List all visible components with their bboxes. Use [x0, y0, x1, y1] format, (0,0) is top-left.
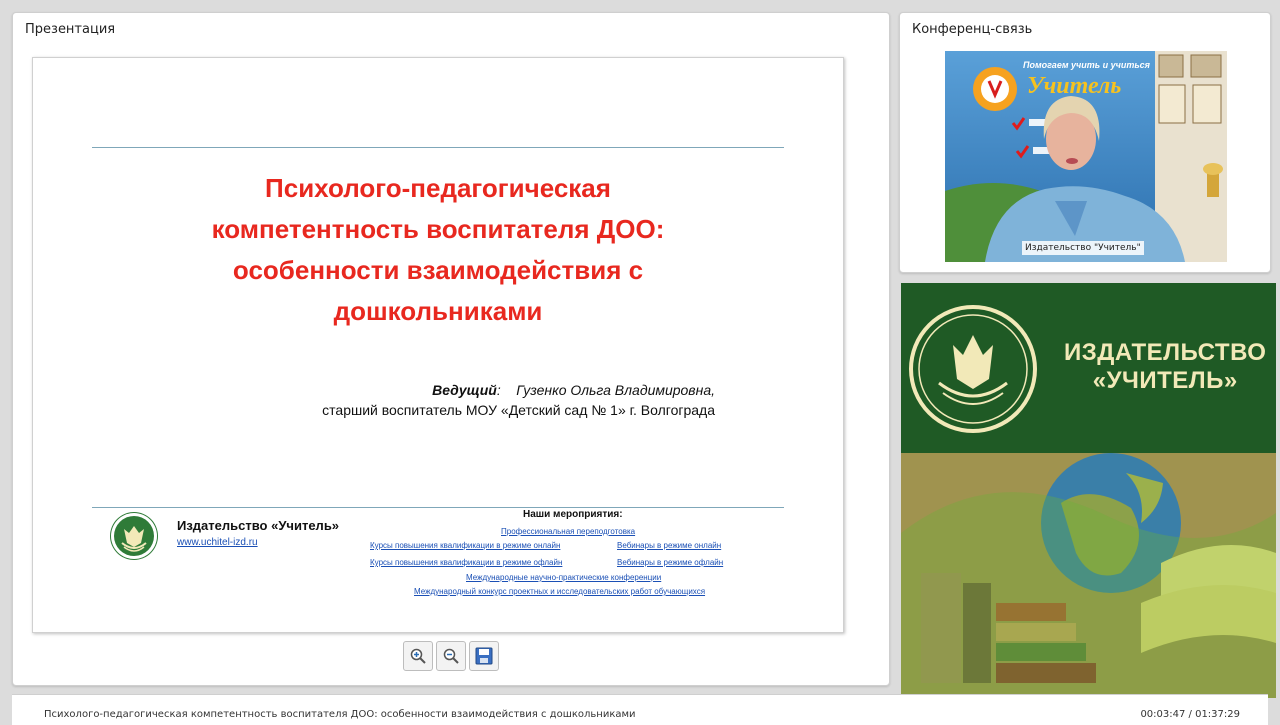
presenter-position: старший воспитатель МОУ «Детский сад № 1…: [322, 402, 715, 418]
video-feed[interactable]: Учитель Помогаем учить и учиться Издател…: [945, 51, 1227, 262]
slide-title-line: компетентность воспитателя ДОО:: [211, 214, 665, 244]
background-slogan-text: Помогаем учить и учиться: [1023, 60, 1151, 70]
save-button[interactable]: [469, 641, 499, 671]
presentation-slide: Психолого-педагогическая компетентность …: [32, 57, 844, 633]
event-link[interactable]: Вебинары в режиме офлайн: [617, 558, 723, 567]
presenter-label-colon: :: [496, 382, 501, 398]
zoom-out-icon: [443, 648, 459, 664]
presenter-name: Гузенко Ольга Владимировна,: [516, 382, 715, 398]
banner-title-line: «УЧИТЕЛЬ»: [1092, 367, 1238, 394]
publisher-url-link[interactable]: www.uchitel-izd.ru: [177, 537, 258, 548]
background-brand-text: Учитель: [1027, 73, 1121, 99]
event-link[interactable]: Вебинары в режиме онлайн: [617, 541, 721, 550]
slide-title-line: Психолого-педагогическая: [265, 173, 611, 203]
event-link[interactable]: Международные научно-практические конфер…: [466, 573, 661, 582]
slide-title: Психолого-педагогическая компетентность …: [53, 168, 823, 332]
save-icon: [475, 647, 493, 665]
zoom-out-button[interactable]: [436, 641, 466, 671]
playback-time: 00:03:47 / 01:37:29: [1140, 709, 1240, 720]
event-link[interactable]: Профессиональная переподготовка: [501, 527, 635, 536]
banner-title: ИЗДАТЕЛЬСТВО «УЧИТЕЛЬ»: [1064, 339, 1266, 395]
status-bar: Психолого-педагогическая компетентность …: [12, 694, 1268, 725]
events-heading: Наши мероприятия:: [523, 509, 623, 520]
presentation-panel-title: Презентация: [25, 22, 116, 37]
event-link[interactable]: Международный конкурс проектных и исслед…: [414, 587, 705, 596]
slide-bottom-divider: [92, 507, 784, 508]
event-link[interactable]: Курсы повышения квалификации в режиме он…: [370, 541, 560, 550]
publisher-logo-icon: [111, 513, 157, 559]
presentation-panel: Презентация Психолого-педагогическая ком…: [12, 12, 890, 686]
slide-title-line: дошкольниками: [333, 296, 543, 326]
session-title: Психолого-педагогическая компетентность …: [44, 709, 636, 720]
event-link[interactable]: Курсы повышения квалификации в режиме оф…: [370, 558, 562, 567]
presenter-info: Ведущий: Гузенко Ольга Владимировна, ста…: [322, 380, 715, 420]
conference-panel-title: Конференц-связь: [912, 22, 1033, 37]
zoom-in-button[interactable]: [403, 641, 433, 671]
video-caption: Издательство "Учитель": [1022, 241, 1144, 255]
publisher-name: Издательство «Учитель»: [177, 518, 340, 533]
slide-title-line: особенности взаимодействия с: [232, 255, 644, 285]
conference-panel: Конференц-связь Учитель Помогаем учить и…: [899, 12, 1271, 273]
slide-top-divider: [92, 147, 784, 148]
publisher-banner: ИЗДАТЕЛЬСТВО «УЧИТЕЛЬ»: [901, 283, 1276, 698]
presenter-label: Ведущий: [432, 382, 497, 398]
banner-title-line: ИЗДАТЕЛЬСТВО: [1064, 339, 1267, 366]
webcam-image: Учитель Помогаем учить и учиться: [945, 51, 1227, 262]
zoom-in-icon: [410, 648, 426, 664]
